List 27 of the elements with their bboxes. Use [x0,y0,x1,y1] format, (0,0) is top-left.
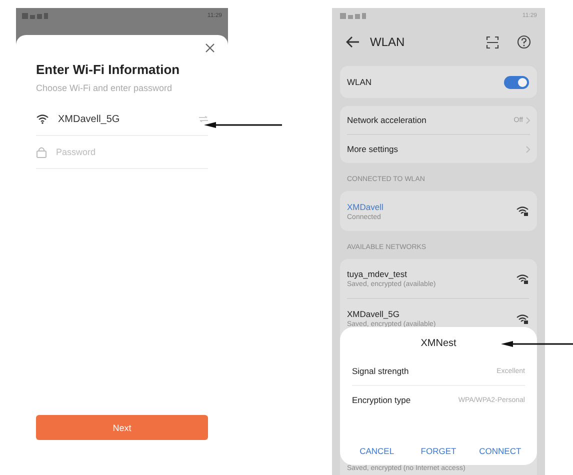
screen-title: WLAN [370,35,405,49]
info-label: Signal strength [352,366,409,376]
next-button[interactable]: Next [36,415,208,440]
back-arrow-icon[interactable] [346,36,360,48]
chevron-icon [526,146,530,152]
dialog-button[interactable]: CANCEL [346,437,408,465]
wlan-toggle[interactable] [504,76,529,88]
dialog-title: Enter Wi-Fi Information [36,62,181,77]
help-icon[interactable] [517,35,531,49]
network-name: XMDavell [347,202,384,212]
setting-row[interactable]: More settings [347,134,530,163]
wifi-icon [36,114,49,124]
wifi-lock-icon [516,314,529,324]
network-name: XMDavell_5G [58,114,120,124]
lock-icon [36,146,47,158]
annotation-arrow [501,340,573,348]
dialog-button[interactable]: FORGET [408,437,470,465]
close-icon[interactable] [205,43,215,53]
wifi-lock-icon [516,274,529,284]
scan-icon[interactable] [486,36,499,48]
wifi-lock-icon [516,206,529,216]
info-label: Encryption type [352,395,411,405]
dialog-button[interactable]: CONNECT [469,437,532,465]
dialog-title: XMNest [420,338,458,349]
chevron-icon [526,116,530,124]
setting-label: WLAN [347,77,372,87]
dialog-subtitle: Choose Wi-Fi and enter password [36,83,174,93]
